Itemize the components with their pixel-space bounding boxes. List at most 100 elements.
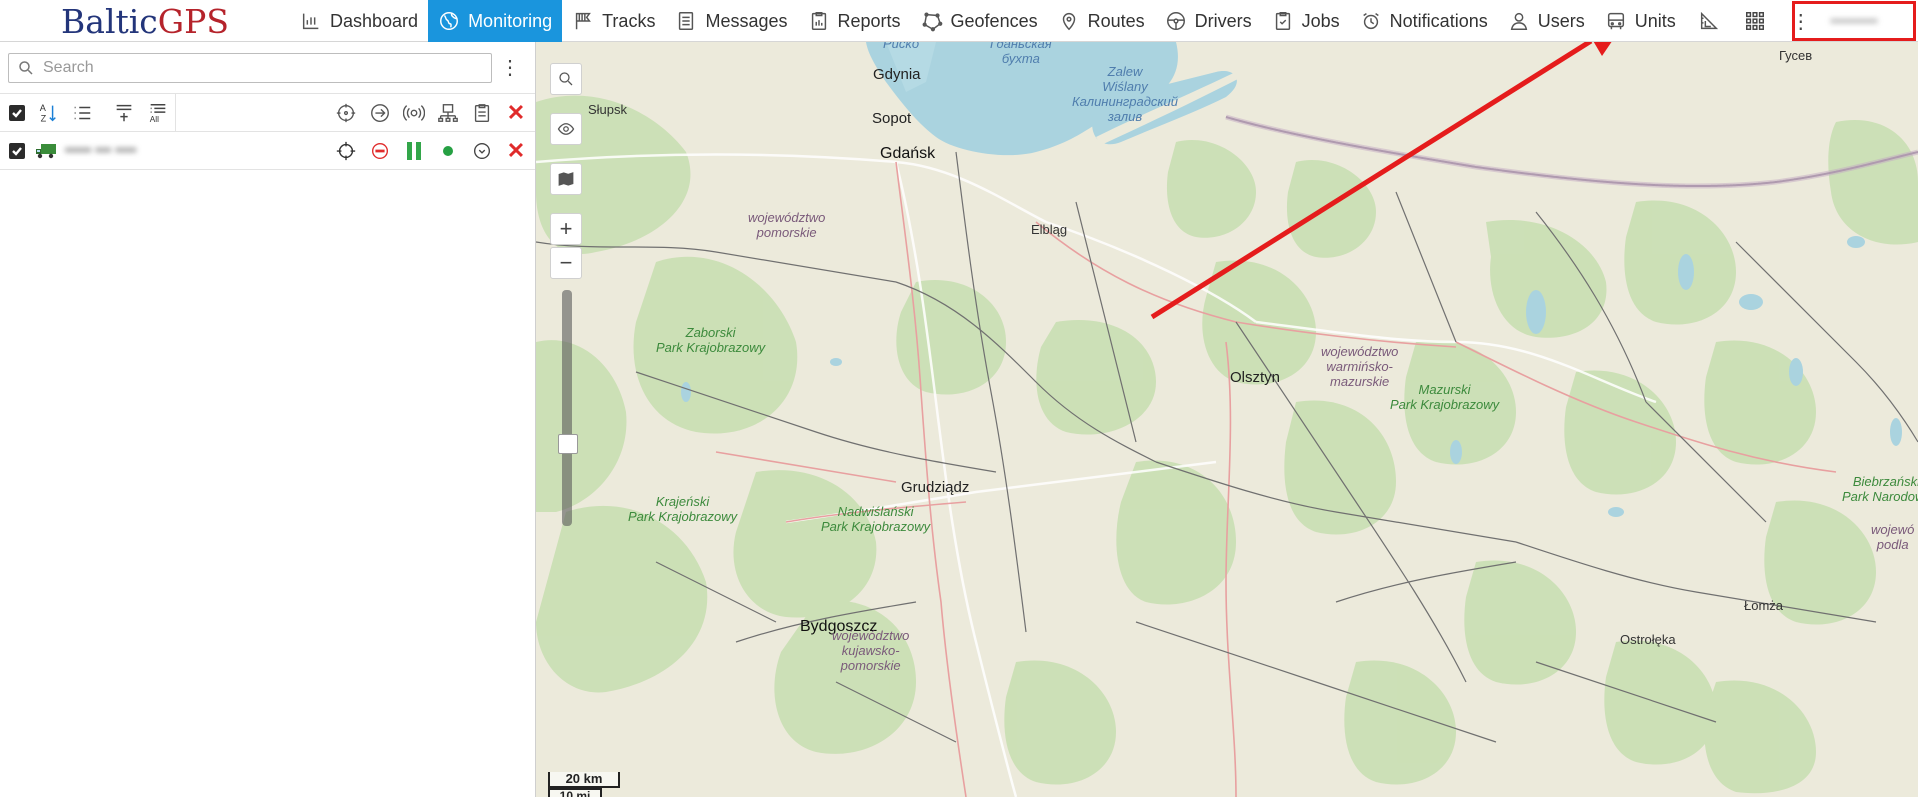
nav-measure[interactable] bbox=[1686, 0, 1732, 42]
logo-text-gps: GPS bbox=[157, 1, 229, 41]
search-options-icon[interactable]: ⋮ bbox=[498, 58, 522, 78]
user-menu[interactable]: ••••••••• bbox=[1792, 1, 1916, 41]
map-label-krajenski-park: Krajeński Park Krajobrazowy bbox=[628, 494, 738, 524]
search-icon bbox=[559, 72, 573, 86]
locate-all-icon[interactable] bbox=[333, 100, 359, 126]
map-base-layer bbox=[536, 42, 1918, 797]
unit-pause-icon[interactable] bbox=[401, 138, 427, 164]
nav-tracks[interactable]: Tracks bbox=[562, 0, 665, 42]
map-label-kujawsko-pomorskie: województwo kujawsko- pomorskie bbox=[832, 628, 910, 673]
bus-icon bbox=[1605, 10, 1627, 32]
ruler-icon bbox=[1698, 10, 1720, 32]
zoom-in-button[interactable]: + bbox=[550, 213, 582, 245]
commands-all-icon[interactable] bbox=[401, 100, 427, 126]
map-search-button[interactable] bbox=[550, 63, 582, 95]
nav-reports[interactable]: Reports bbox=[798, 0, 911, 42]
nav-units[interactable]: Units bbox=[1595, 0, 1686, 42]
map-icon bbox=[558, 172, 574, 186]
zoom-slider-handle[interactable] bbox=[558, 434, 578, 454]
map-label-pomorskie: województwo pomorskie bbox=[748, 210, 826, 240]
polygon-icon bbox=[921, 10, 943, 32]
zoom-out-button[interactable]: − bbox=[550, 247, 582, 279]
unit-remove-icon[interactable]: ✕ bbox=[503, 138, 529, 164]
map-label-grudziadz: Grudziądz bbox=[901, 479, 970, 496]
select-all-checkbox[interactable] bbox=[9, 104, 25, 121]
bar-chart-icon bbox=[300, 10, 322, 32]
map-label-gdansk: Gdańsk bbox=[880, 145, 936, 162]
minus-icon: − bbox=[559, 250, 573, 275]
search-row: ⋮ bbox=[0, 42, 535, 94]
nav-monitoring-label: Monitoring bbox=[468, 10, 553, 31]
alarm-clock-icon bbox=[1360, 10, 1382, 32]
unit-checkbox[interactable] bbox=[9, 142, 25, 159]
nav-units-label: Units bbox=[1634, 10, 1676, 31]
user-name: ••••••••• bbox=[1830, 12, 1878, 30]
nav-tracks-label: Tracks bbox=[602, 10, 656, 31]
search-icon bbox=[19, 60, 33, 75]
top-navigation-bar: Baltic GPS Dashboard Monitoring Tracks Me… bbox=[0, 0, 1918, 42]
nav-dashboard[interactable]: Dashboard bbox=[290, 0, 428, 42]
show-all-icon[interactable]: All bbox=[147, 102, 169, 124]
route-icon bbox=[1058, 10, 1080, 32]
sort-az-icon[interactable]: AZ bbox=[37, 102, 59, 124]
map-label-zaborski-park: Zaborski Park Krajobrazowy bbox=[656, 325, 766, 355]
nav-geofences[interactable]: Geofences bbox=[911, 0, 1048, 42]
map-label-ostroleka: Ostrołęka bbox=[1620, 632, 1676, 647]
nav-notifications-label: Notifications bbox=[1389, 10, 1488, 31]
add-group-icon[interactable] bbox=[113, 102, 135, 124]
follow-all-icon[interactable] bbox=[367, 100, 393, 126]
unit-list-item[interactable]: ••••• ••• •••• ✕ bbox=[0, 132, 535, 170]
search-box[interactable] bbox=[8, 52, 492, 83]
map-label-puck: Pucko bbox=[883, 42, 920, 51]
clipboard-icon[interactable] bbox=[469, 100, 495, 126]
units-sidebar: ⋮ AZ All ✕ ••••• ••• • bbox=[0, 42, 536, 797]
map-label-olsztyn: Olsztyn bbox=[1230, 369, 1281, 386]
svg-text:A: A bbox=[40, 103, 47, 113]
zoom-slider-track[interactable] bbox=[562, 290, 572, 526]
network-icon[interactable] bbox=[435, 100, 461, 126]
nav-users[interactable]: Users bbox=[1498, 0, 1595, 42]
nav-routes-label: Routes bbox=[1087, 10, 1145, 31]
nav-users-label: Users bbox=[1537, 10, 1585, 31]
nav-monitoring[interactable]: Monitoring bbox=[428, 0, 563, 42]
nav-messages-label: Messages bbox=[705, 10, 788, 31]
map-view[interactable]: Pucko Гданьская бухта Zalew Wiślany Кали… bbox=[536, 42, 1918, 797]
map-layers-button[interactable] bbox=[550, 163, 582, 195]
map-label-warminsko-mazurskie: województwo warmińsko- mazurskie bbox=[1321, 344, 1399, 389]
map-label-gdansk-bay: Гданьская бухта bbox=[990, 42, 1052, 66]
map-label-biebrzanski-park: Biebrzański Park Narodowy bbox=[1842, 474, 1918, 504]
nav-routes[interactable]: Routes bbox=[1048, 0, 1155, 42]
document-icon bbox=[675, 10, 697, 32]
unit-name: ••••• ••• •••• bbox=[65, 142, 137, 159]
map-scale: 20 km 10 mi bbox=[548, 772, 620, 797]
unit-details-dropdown-icon[interactable] bbox=[469, 138, 495, 164]
nav-drivers[interactable]: Drivers bbox=[1155, 0, 1262, 42]
nav-notifications[interactable]: Notifications bbox=[1350, 0, 1498, 42]
map-label-mazurski-park: Mazurski Park Krajobrazowy bbox=[1390, 382, 1500, 412]
search-input[interactable] bbox=[43, 58, 483, 77]
map-visibility-button[interactable] bbox=[550, 113, 582, 145]
nav-dashboard-label: Dashboard bbox=[330, 10, 419, 31]
nav-jobs[interactable]: Jobs bbox=[1262, 0, 1350, 42]
map-label-sopot: Sopot bbox=[872, 110, 912, 127]
unit-stop-icon[interactable] bbox=[367, 138, 393, 164]
list-toolbar: AZ All ✕ bbox=[0, 93, 535, 132]
scale-imperial: 10 mi bbox=[548, 788, 602, 797]
map-label-gdynia: Gdynia bbox=[873, 66, 921, 83]
nav-apps[interactable] bbox=[1732, 0, 1778, 42]
nav-reports-label: Reports bbox=[837, 10, 901, 31]
toolbar-right-group: ✕ bbox=[325, 94, 529, 132]
globe-icon bbox=[438, 10, 460, 32]
clipboard-check-icon bbox=[1272, 10, 1294, 32]
nav-messages[interactable]: Messages bbox=[665, 0, 797, 42]
list-view-icon[interactable] bbox=[71, 102, 93, 124]
apps-grid-icon bbox=[1744, 10, 1766, 32]
steering-wheel-icon bbox=[1165, 10, 1187, 32]
unit-locate-icon[interactable] bbox=[333, 138, 359, 164]
nav-drivers-label: Drivers bbox=[1194, 10, 1252, 31]
app-logo[interactable]: Baltic GPS bbox=[0, 0, 290, 42]
nav-geofences-label: Geofences bbox=[950, 10, 1038, 31]
map-label-slupsk: Słupsk bbox=[588, 102, 628, 117]
remove-all-icon[interactable]: ✕ bbox=[503, 100, 529, 126]
map-label-gusev: Гусев bbox=[1779, 48, 1813, 63]
